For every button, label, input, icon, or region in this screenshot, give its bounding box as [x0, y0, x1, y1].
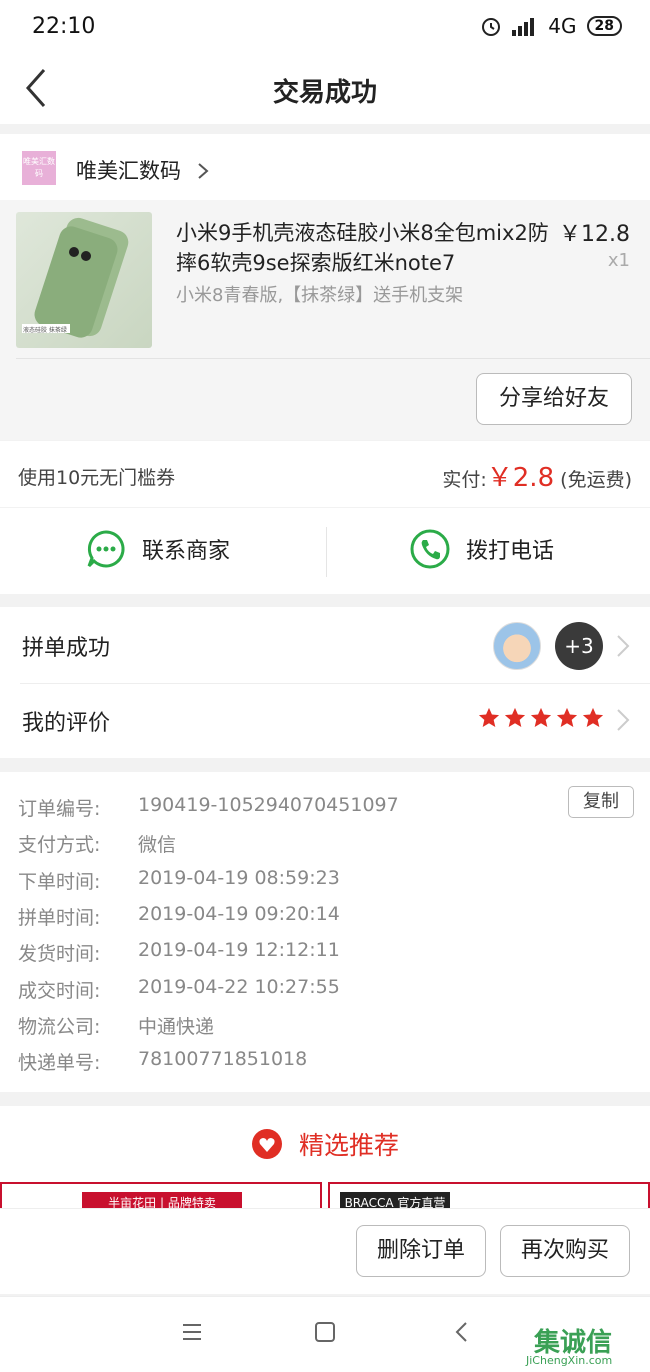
order-label: 订单编号:: [18, 798, 101, 820]
tracking-number: 78100771851018: [138, 1048, 308, 1070]
title-bar: 交易成功: [0, 56, 650, 124]
signal-icon: [512, 18, 535, 36]
group-status-label[interactable]: 拼单成功: [22, 630, 110, 662]
battery-indicator: 28: [586, 16, 622, 36]
recommend-title: 精选推荐: [298, 1131, 399, 1160]
product-image-badge: 液态硅胶 抹茶绿: [23, 327, 67, 334]
store-name[interactable]: 唯美汇数码: [76, 155, 210, 185]
chevron-right-icon[interactable]: [616, 634, 630, 658]
product-qty: x1: [607, 250, 630, 271]
order-number: 190419-105294070451097: [138, 794, 399, 816]
courier-company: 中通快递: [138, 1016, 215, 1038]
product-price: ￥12.8: [559, 222, 630, 247]
order-label: 下单时间:: [18, 871, 101, 893]
store-name-label: 唯美汇数码: [76, 159, 181, 183]
review-label[interactable]: 我的评价: [22, 705, 110, 737]
order-label: 发货时间:: [18, 943, 101, 965]
rebuy-button[interactable]: 再次购买: [500, 1225, 630, 1277]
heart-icon: [251, 1129, 282, 1159]
order-label: 拼单时间:: [18, 907, 101, 929]
deal-time: 2019-04-22 10:27:55: [138, 976, 340, 998]
status-icons: 4G 28: [480, 14, 622, 38]
order-label: 支付方式:: [18, 834, 101, 856]
network-type: 4G: [548, 14, 577, 38]
product-spec: 小米8青春版,【抹茶绿】送手机支架: [176, 285, 464, 306]
home-icon[interactable]: [313, 1320, 337, 1344]
back-nav-icon[interactable]: [450, 1320, 474, 1344]
order-label: 物流公司:: [18, 1016, 101, 1038]
product-title[interactable]: 小米9手机壳液态硅胶小米8全包mix2防摔6软壳9se探索版红米note7: [176, 218, 556, 278]
order-label: 成交时间:: [18, 980, 101, 1002]
group-time: 2019-04-19 09:20:14: [138, 903, 340, 925]
star-icon: [478, 707, 500, 727]
contact-merchant-button[interactable]: 联系商家: [86, 529, 230, 569]
paid-summary: 实付:￥2.8 (免运费): [442, 457, 632, 494]
more-members-avatar[interactable]: +3: [555, 622, 603, 670]
star-icon: [530, 707, 552, 727]
menu-icon[interactable]: [180, 1320, 204, 1344]
share-button[interactable]: 分享给好友: [476, 373, 632, 425]
watermark-url: JiChengXin.com: [526, 1354, 613, 1367]
star-icon: [582, 707, 604, 727]
ship-time: 2019-04-19 12:12:11: [138, 939, 340, 961]
status-time: 22:10: [32, 14, 96, 39]
page-title: 交易成功: [272, 78, 377, 108]
call-label: 拨打电话: [466, 539, 555, 564]
delete-order-button[interactable]: 删除订单: [356, 1225, 486, 1277]
paid-label: 实付:: [442, 469, 487, 491]
shipping-note: (免运费): [560, 469, 632, 491]
phone-icon: [410, 529, 450, 569]
status-bar: 22:10 4G 28: [0, 0, 650, 56]
contact-merchant-label: 联系商家: [142, 539, 231, 564]
star-icon: [556, 707, 578, 727]
chat-bubble-icon: [87, 530, 125, 568]
copy-button[interactable]: 复制: [568, 786, 634, 818]
avatar[interactable]: [493, 622, 541, 670]
coupon-label: 使用10元无门槛券: [18, 467, 176, 489]
divider: [20, 683, 650, 684]
order-time: 2019-04-19 08:59:23: [138, 867, 340, 889]
store-logo: 唯美汇数码: [22, 151, 56, 185]
call-button[interactable]: 拨打电话: [410, 529, 554, 569]
order-label: 快递单号:: [18, 1052, 101, 1074]
divider: [16, 358, 650, 359]
chevron-right-icon[interactable]: [616, 708, 630, 732]
divider: [326, 527, 327, 577]
recommend-header: 精选推荐: [0, 1126, 650, 1162]
alarm-icon: [482, 18, 501, 36]
chevron-right-icon: [198, 163, 209, 179]
star-icon: [504, 707, 526, 727]
product-image[interactable]: 液态硅胶 抹茶绿: [16, 212, 152, 348]
rating-stars: [478, 707, 604, 729]
paid-amount: ￥2.8: [486, 463, 555, 493]
payment-method: 微信: [138, 834, 177, 856]
